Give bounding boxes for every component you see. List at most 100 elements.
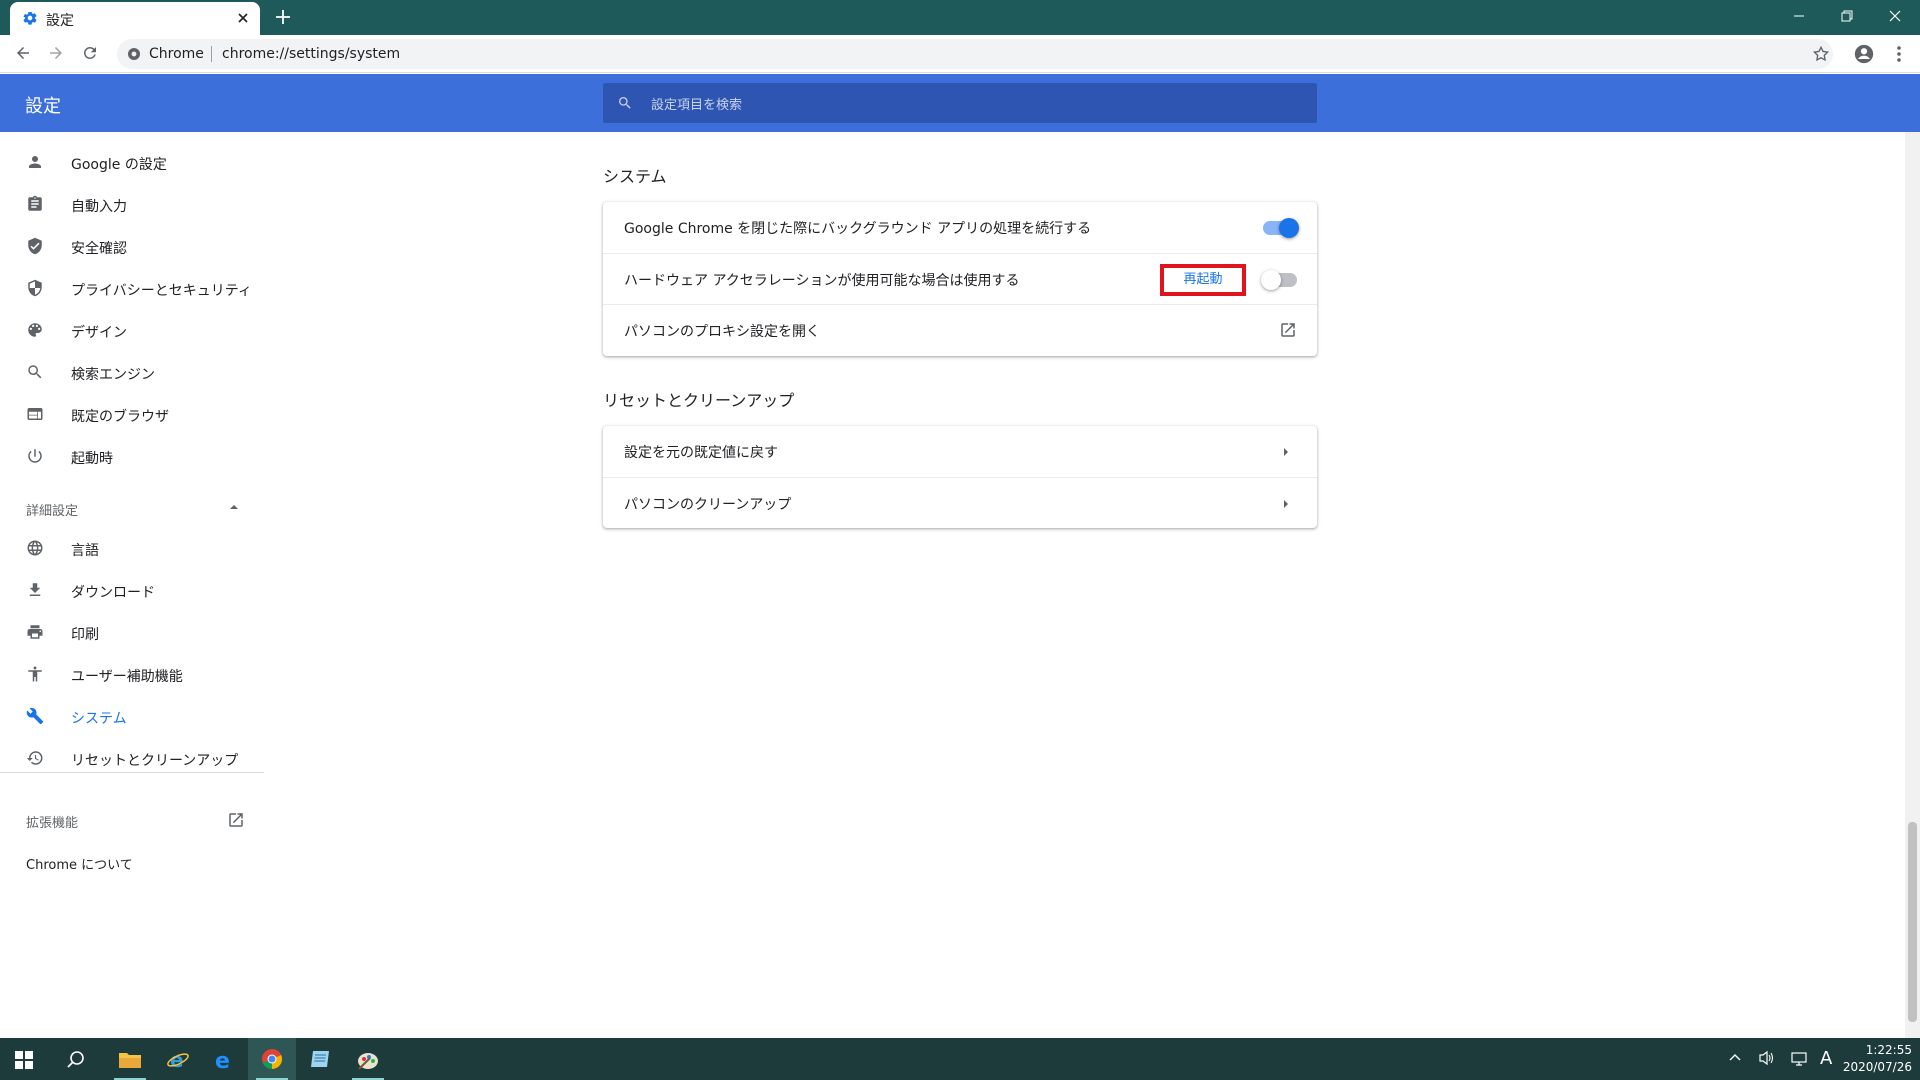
taskbar-edge[interactable]: e	[200, 1038, 248, 1080]
system-section-title: システム	[603, 167, 667, 186]
kebab-menu-icon[interactable]	[1892, 44, 1906, 64]
windows-logo-icon	[15, 1051, 33, 1069]
sidebar-item-label: 起動時	[71, 451, 113, 467]
restore-icon[interactable]	[1839, 8, 1855, 24]
folder-icon	[119, 1053, 141, 1068]
caret-right-icon	[1283, 499, 1289, 509]
settings-title: 設定	[25, 96, 61, 117]
sidebar-advanced-toggle[interactable]: 詳細設定	[0, 488, 264, 528]
history-icon	[26, 749, 44, 767]
sidebar-item-downloads[interactable]: ダウンロード	[0, 570, 264, 610]
globe-icon	[26, 539, 44, 557]
restart-button[interactable]: 再起動	[1160, 264, 1246, 296]
chrome-logo-icon	[262, 1049, 283, 1069]
taskbar-clock[interactable]: 1:22:55 2020/07/26	[1843, 1042, 1912, 1076]
sidebar-item-label: 言語	[71, 543, 99, 559]
taskbar-search-button[interactable]	[52, 1038, 100, 1080]
taskbar-notepad[interactable]	[296, 1038, 344, 1080]
tab-close-icon[interactable]	[236, 11, 250, 25]
taskbar-chrome[interactable]	[248, 1038, 296, 1080]
sidebar-item-languages[interactable]: 言語	[0, 528, 264, 568]
forward-icon[interactable]	[47, 44, 65, 62]
page-scrollbar[interactable]	[1905, 132, 1920, 1038]
title-bar: 設定	[0, 0, 1920, 35]
sidebar-item-label: Google の設定	[71, 157, 167, 173]
new-tab-icon[interactable]	[274, 8, 292, 26]
toggle-knob	[1279, 218, 1299, 238]
power-icon	[26, 447, 44, 465]
sidebar-item-design[interactable]: デザイン	[0, 310, 264, 350]
sidebar-item-search-engine[interactable]: 検索エンジン	[0, 352, 264, 392]
row-label: パソコンのクリーンアップ	[624, 497, 792, 513]
volume-icon[interactable]	[1758, 1050, 1776, 1066]
shield-check-icon	[26, 237, 44, 255]
sidebar-item-label: 検索エンジン	[71, 367, 155, 383]
profile-avatar-icon[interactable]	[1853, 43, 1875, 65]
background-apps-toggle[interactable]	[1263, 218, 1299, 238]
sidebar-item-label: プライバシーとセキュリティ	[71, 283, 252, 299]
clipboard-icon	[26, 195, 44, 213]
network-icon[interactable]	[1790, 1050, 1810, 1066]
address-bar[interactable]: Chrome chrome://settings/system	[117, 39, 1833, 69]
sidebar-item-google[interactable]: Google の設定	[0, 142, 264, 182]
sidebar-item-privacy[interactable]: プライバシーとセキュリティ	[0, 268, 264, 308]
reset-card: 設定を元の既定値に戻す パソコンのクリーンアップ	[603, 426, 1317, 528]
row-label: パソコンのプロキシ設定を開く	[624, 324, 820, 340]
about-label: Chrome について	[26, 858, 133, 873]
caret-up-icon	[229, 504, 239, 510]
settings-search-input[interactable]: 設定項目を検索	[603, 83, 1317, 123]
sidebar-item-on-startup[interactable]: 起動時	[0, 436, 264, 476]
close-window-icon[interactable]	[1887, 8, 1903, 24]
clock-time: 1:22:55	[1865, 1043, 1912, 1057]
toggle-knob	[1261, 270, 1281, 290]
hardware-acceleration-toggle[interactable]	[1261, 270, 1297, 290]
address-separator	[211, 46, 212, 62]
extensions-label: 拡張機能	[26, 816, 79, 831]
tray-chevron-up-icon[interactable]	[1728, 1052, 1742, 1062]
bookmark-star-icon[interactable]	[1812, 45, 1830, 63]
minimize-icon[interactable]	[1791, 8, 1807, 24]
ime-indicator[interactable]: A	[1820, 1048, 1832, 1069]
taskbar-internet-explorer[interactable]: e	[154, 1038, 202, 1080]
sidebar-item-default-browser[interactable]: 既定のブラウザ	[0, 394, 264, 434]
sidebar-item-safety-check[interactable]: 安全確認	[0, 226, 264, 266]
reset-section-title: リセットとクリーンアップ	[603, 391, 795, 410]
open-external-icon	[1279, 321, 1297, 339]
settings-header: 設定 設定項目を検索	[0, 74, 1920, 132]
row-label: ハードウェア アクセラレーションが使用可能な場合は使用する	[624, 273, 1020, 289]
taskbar-paint[interactable]	[344, 1038, 392, 1080]
sidebar-item-system[interactable]: システム	[0, 696, 264, 736]
search-icon	[617, 95, 633, 111]
system-card: Google Chrome を閉じた際にバックグラウンド アプリの処理を続行する…	[603, 202, 1317, 356]
sidebar-item-extensions[interactable]: 拡張機能	[0, 800, 264, 840]
search-icon	[26, 363, 44, 381]
sidebar-item-printing[interactable]: 印刷	[0, 612, 264, 652]
sidebar-item-label: ユーザー補助機能	[71, 669, 183, 685]
proxy-settings-row[interactable]: パソコンのプロキシ設定を開く	[603, 304, 1317, 355]
restore-defaults-row[interactable]: 設定を元の既定値に戻す	[603, 426, 1317, 477]
internet-explorer-icon: e	[167, 1048, 189, 1072]
notepad-icon	[311, 1051, 329, 1067]
reload-icon[interactable]	[81, 44, 99, 62]
sidebar-item-label: 自動入力	[71, 199, 127, 215]
sidebar-item-autofill[interactable]: 自動入力	[0, 184, 264, 224]
sidebar-item-accessibility[interactable]: ユーザー補助機能	[0, 654, 264, 694]
chrome-page-icon	[127, 47, 141, 61]
cleanup-computer-row[interactable]: パソコンのクリーンアップ	[603, 477, 1317, 528]
sidebar-item-about[interactable]: Chrome について	[0, 842, 264, 882]
background-apps-row[interactable]: Google Chrome を閉じた際にバックグラウンド アプリの処理を続行する	[603, 202, 1317, 253]
settings-sidebar: Google の設定 自動入力 安全確認 プライバシーとセキュリティ デザイン …	[0, 140, 264, 1040]
browser-tab[interactable]: 設定	[10, 2, 260, 35]
tab-title: 設定	[46, 13, 74, 29]
back-icon[interactable]	[14, 44, 32, 62]
url-text[interactable]: chrome://settings/system	[222, 46, 400, 62]
start-button[interactable]	[0, 1038, 48, 1080]
svg-text:e: e	[170, 1048, 184, 1072]
svg-text:e: e	[215, 1049, 230, 1072]
advanced-label: 詳細設定	[26, 504, 79, 519]
scrollbar-thumb[interactable]	[1908, 822, 1917, 1022]
taskbar-file-explorer[interactable]	[106, 1038, 154, 1080]
search-placeholder: 設定項目を検索	[651, 98, 743, 113]
accessibility-icon	[26, 665, 44, 683]
hardware-acceleration-row[interactable]: ハードウェア アクセラレーションが使用可能な場合は使用する 再起動	[603, 253, 1317, 304]
